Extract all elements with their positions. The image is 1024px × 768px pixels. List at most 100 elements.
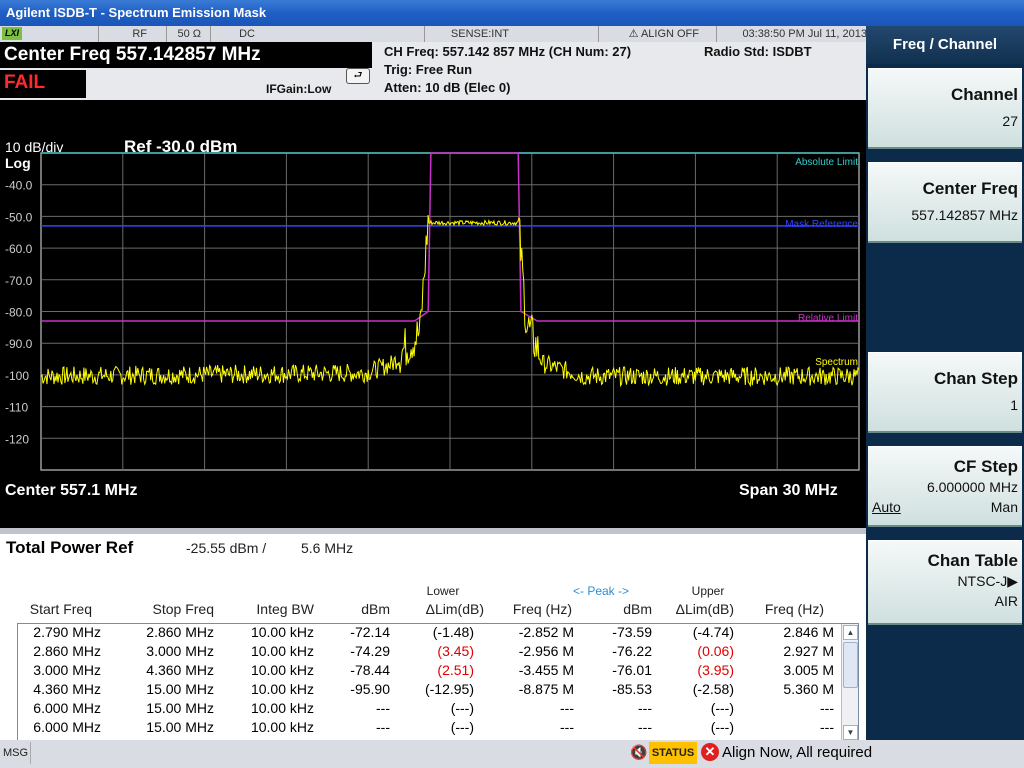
table-row[interactable]: 6.000 MHz 15.00 MHz 10.00 kHz --- (---) --- --… (18, 700, 840, 719)
y-tick-label: -40.0 (5, 179, 33, 193)
ifgain-label: IFGain:Low (266, 82, 332, 96)
align-label: ALIGN OFF (640, 28, 699, 40)
table-cell: --- (820, 719, 834, 735)
total-power-value: -25.55 dBm / (186, 540, 267, 556)
scroll-down-icon[interactable]: ▼ (843, 725, 858, 740)
results-panel: Total Power Ref -25.55 dBm / 5.6 MHz Low… (0, 534, 866, 742)
cf-step-value: 6.000000 MHz (926, 479, 1018, 495)
warning-icon: ⚠ (628, 28, 639, 40)
table-cell: --- (820, 700, 834, 716)
y-tick-label: -110 (5, 401, 28, 415)
table-cell: 15.00 MHz (146, 700, 214, 716)
y-axis-labels: -40.0 -50.0 -60.0 -70.0 -80.0 -90.0 -100 -110 -1… (5, 179, 33, 447)
table-cell: 2.860 MHz (146, 624, 214, 640)
table-cell: (-12.95) (424, 681, 474, 697)
cf-step-auto[interactable]: Auto (872, 499, 901, 515)
table-cell: (-1.48) (432, 624, 474, 640)
chan-table-softkey[interactable]: Chan Table NTSC-J▶ AIR (868, 540, 1022, 625)
table-cell: 4.360 MHz (146, 662, 214, 678)
center-freq-label: Center Freq (922, 179, 1018, 198)
center-freq-box[interactable]: Center Freq 557.142857 MHz (0, 42, 372, 68)
y-tick-label: -70.0 (5, 274, 33, 288)
span-footer: Span 30 MHz (739, 482, 838, 499)
y-tick-label: -120 (5, 432, 29, 446)
table-cell: 15.00 MHz (146, 681, 214, 697)
table-row[interactable]: 2.860 MHz 3.000 MHz 10.00 kHz -74.29 (3.45) -… (18, 643, 840, 662)
table-row[interactable]: 4.360 MHz 15.00 MHz 10.00 kHz -95.90 (-12.95… (18, 681, 840, 700)
message-area (30, 742, 627, 764)
chan-step-label: Chan Step (933, 369, 1018, 388)
scale-type-label: Log (5, 155, 31, 171)
column-header: Freq (Hz) (764, 601, 824, 617)
submenu-arrow-icon: ▶ (1007, 573, 1018, 589)
trig-info: Trig: Free Run (384, 62, 473, 77)
table-cell: (---) (710, 700, 734, 716)
chan-table-air: AIR (994, 593, 1018, 609)
table-cell: (3.45) (437, 643, 474, 659)
total-power-ref-title: Total Power Ref (6, 538, 134, 557)
cf-step-man[interactable]: Man (991, 499, 1018, 515)
lxi-badge: LXI (2, 27, 22, 40)
table-cell: 3.000 MHz (33, 662, 101, 678)
table-row[interactable]: 2.790 MHz 2.860 MHz 10.00 kHz -72.14 (-1.48)… (18, 624, 840, 643)
chan-table-value-text: NTSC-J (957, 573, 1008, 589)
peak-group-label: <- Peak -> (572, 584, 630, 598)
absolute-limit-legend: Absolute Limit (795, 157, 858, 168)
center-freq-readout: Center Freq 557.142857 MHz (4, 44, 261, 65)
mask-reference-legend: Mask Reference (785, 219, 858, 230)
center-freq-softkey[interactable]: Center Freq 557.142857 MHz (868, 162, 1022, 243)
column-header: Stop Freq (152, 601, 214, 617)
align-indicator: ⚠ ALIGN OFF (598, 26, 703, 42)
chan-step-softkey[interactable]: Chan Step 1 (868, 352, 1022, 433)
table-cell: 2.790 MHz (33, 624, 101, 640)
speaker-muted-icon[interactable]: 🔇 (630, 744, 647, 761)
vertical-scrollbar[interactable]: ▲ ▼ (841, 624, 858, 741)
table-row[interactable]: 6.000 MHz 15.00 MHz 10.00 kHz --- (---) --- --… (18, 719, 840, 738)
table-cell: 2.860 MHz (33, 643, 101, 659)
rf-indicator: RF (98, 26, 151, 42)
table-cell: 6.000 MHz (33, 700, 101, 716)
window-title-bar: Agilent ISDB-T - Spectrum Emission Mask (0, 0, 1024, 26)
center-freq-value: 557.142857 MHz (911, 207, 1018, 223)
table-row[interactable]: 3.000 MHz 4.360 MHz 10.00 kHz -78.44 (2.51) -… (18, 662, 840, 681)
lower-group-label: Lower (426, 584, 460, 598)
table-cell: 2.927 M (783, 643, 834, 659)
channel-softkey[interactable]: Channel 27 (868, 68, 1022, 149)
channel-label: Channel (950, 85, 1018, 104)
status-button[interactable]: STATUS (649, 742, 697, 764)
fail-indicator: FAIL (4, 72, 46, 93)
spectrum-legend: Spectrum (815, 357, 858, 368)
scroll-thumb[interactable] (843, 642, 858, 688)
msg-label: MSG (3, 747, 29, 759)
y-tick-label: -60.0 (5, 242, 33, 256)
graticule (40, 152, 860, 471)
radio-std-info: Radio Std: ISDBT (704, 44, 812, 59)
table-cell: 2.846 M (783, 624, 834, 640)
results-table[interactable]: 2.790 MHz 2.860 MHz 10.00 kHz -72.14 (-1.48)… (17, 623, 859, 742)
input-arrow-icon: ⮐ (346, 68, 370, 84)
y-tick-label: -50.0 (5, 210, 33, 224)
y-tick-label: -100 (5, 369, 29, 383)
atten-info: Atten: 10 dB (Elec 0) (384, 80, 511, 95)
spectrum-graph[interactable]: 10 dB/div Log Ref -30.0 dBm -40.0-50.0-6… (0, 100, 866, 528)
center-freq-footer: Center 557.1 MHz (5, 482, 138, 499)
chan-table-label: Chan Table (927, 551, 1018, 570)
channel-value: 27 (1002, 113, 1018, 129)
y-tick-label: -80.0 (5, 306, 33, 320)
table-cell: (-2.58) (692, 681, 734, 697)
upper-group-label: Upper (691, 584, 725, 598)
column-header: Start Freq (29, 601, 92, 617)
table-cell: 15.00 MHz (146, 719, 214, 735)
chan-step-value: 1 (1010, 397, 1018, 413)
result-box: FAIL (0, 70, 86, 98)
softkey-menu: Freq / Channel Channel 27 Center Freq 55… (866, 26, 1024, 740)
window-title: Agilent ISDB-T - Spectrum Emission Mask (6, 5, 267, 20)
spectrum-graph-panel[interactable]: 10 dB/div Log Ref -30.0 dBm -40.0 -50.0 -6… (0, 100, 866, 528)
sense-indicator: SENSE:INT (424, 26, 513, 42)
scroll-up-icon[interactable]: ▲ (843, 625, 858, 640)
chan-table-value: NTSC-J▶ (957, 573, 1018, 590)
cf-step-softkey[interactable]: CF Step 6.000000 MHz Auto Man (868, 446, 1022, 527)
impedance-indicator: 50 Ω (166, 26, 205, 42)
table-cell: (3.95) (697, 662, 734, 678)
table-cell: (0.06) (697, 643, 734, 659)
